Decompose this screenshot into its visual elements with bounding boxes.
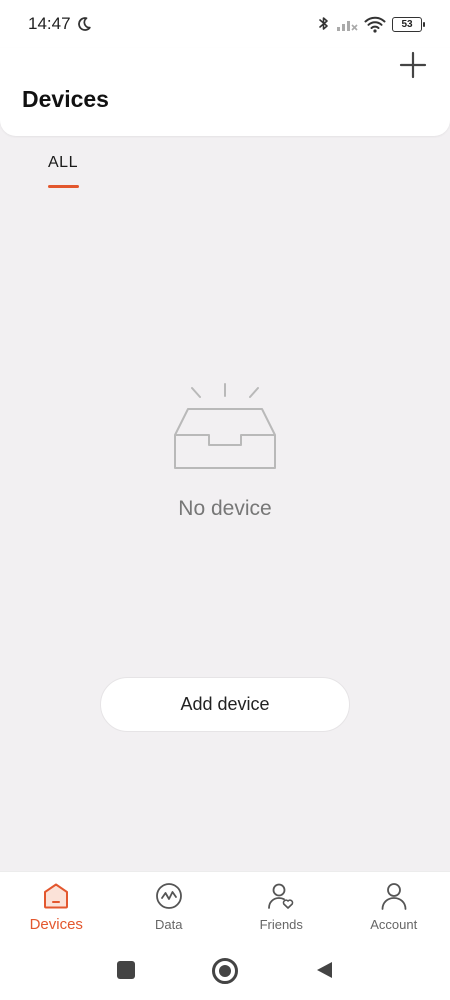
home-icon — [44, 883, 69, 909]
nav-item-account[interactable]: Account — [338, 872, 450, 946]
status-left: 14:47 — [28, 14, 92, 34]
page-title: Devices — [22, 86, 109, 112]
status-right: 53 — [318, 15, 425, 33]
nav-label-devices: Devices — [29, 916, 83, 933]
header: Devices — [0, 48, 450, 136]
friends-icon — [268, 883, 294, 909]
account-icon — [381, 883, 407, 910]
tab-bar: ALL — [0, 136, 450, 192]
bottom-nav: Devices Data Friends Account — [0, 871, 450, 946]
tab-active-indicator — [48, 185, 79, 188]
system-nav-bar — [0, 946, 450, 1000]
nav-label-account: Account — [370, 917, 418, 932]
nav-item-friends[interactable]: Friends — [225, 872, 338, 946]
nav-label-data: Data — [155, 917, 183, 932]
bluetooth-icon — [319, 17, 328, 30]
recents-icon[interactable] — [117, 961, 135, 979]
signal-icon — [337, 21, 358, 31]
wifi-icon — [364, 16, 386, 33]
empty-box-icon — [174, 383, 276, 469]
add-device-button[interactable]: Add device — [100, 677, 350, 732]
empty-message: No device — [178, 497, 272, 520]
nav-item-devices[interactable]: Devices — [0, 872, 113, 946]
home-circle-dot — [219, 965, 231, 977]
moon-icon — [77, 17, 91, 31]
status-time: 14:47 — [28, 14, 71, 33]
nav-label-friends: Friends — [259, 917, 303, 932]
battery-icon: 53 — [392, 16, 425, 32]
battery-level: 53 — [401, 18, 413, 30]
home-circle-icon[interactable] — [212, 958, 238, 984]
status-bar: 14:47 53 — [0, 0, 450, 48]
plus-icon[interactable] — [398, 50, 428, 80]
tab-all[interactable]: ALL — [48, 154, 78, 172]
chart-icon — [155, 883, 182, 909]
nav-item-data[interactable]: Data — [113, 872, 226, 946]
back-icon[interactable] — [314, 960, 334, 980]
